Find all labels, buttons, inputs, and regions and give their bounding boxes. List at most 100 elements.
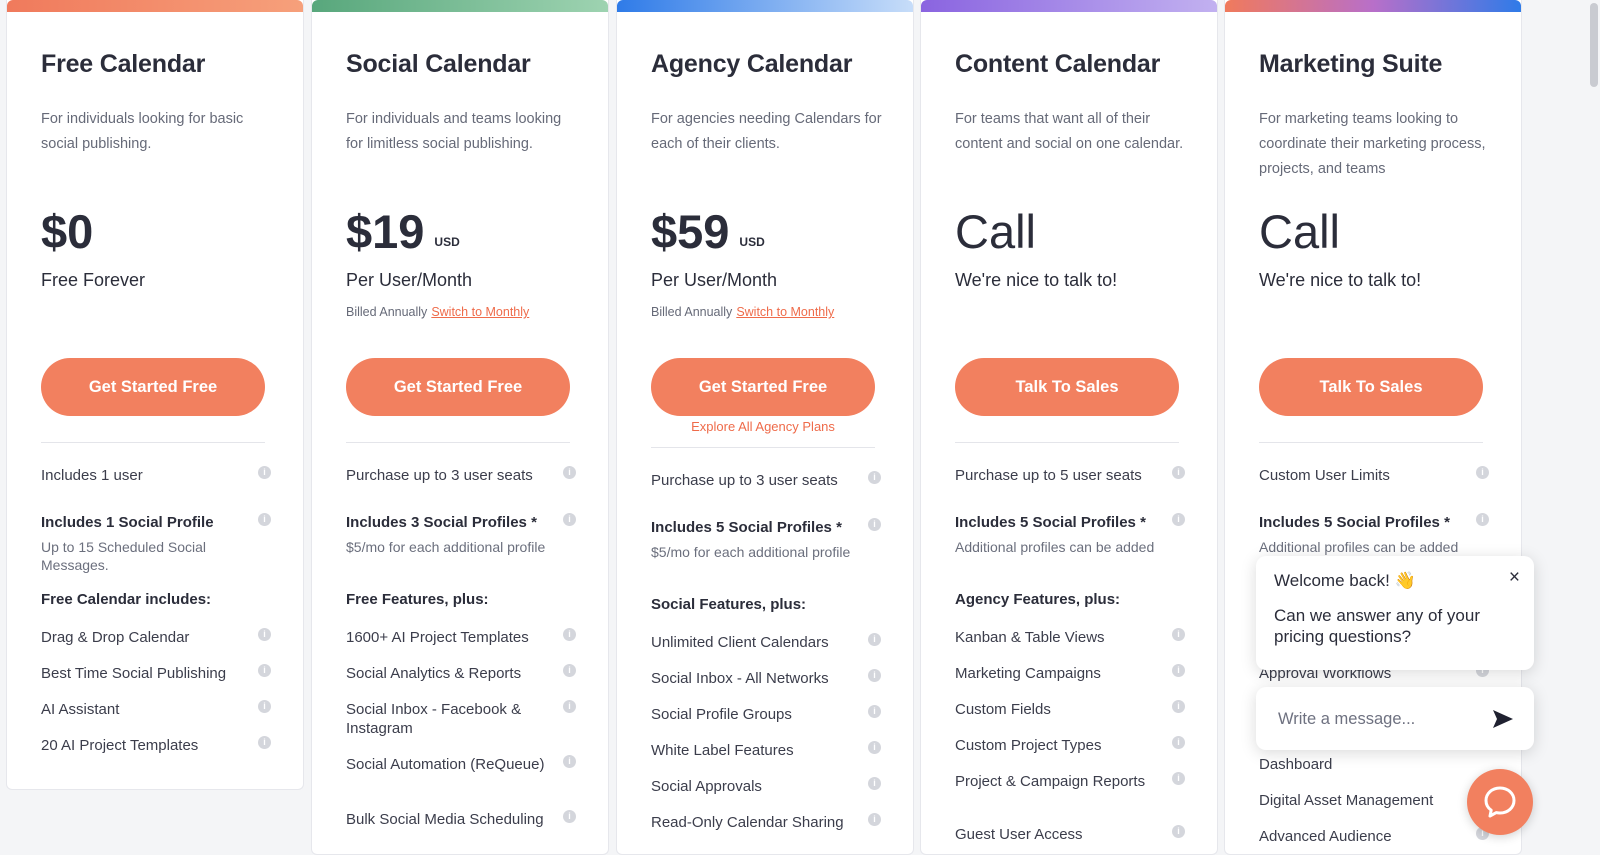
feature-item: Advanced Audience i xyxy=(1259,827,1489,846)
feature-title: Marketing Campaigns xyxy=(955,665,1101,682)
chat-welcome-text: Welcome back! 👋 xyxy=(1274,571,1416,590)
send-arrow-icon[interactable] xyxy=(1492,709,1514,729)
info-icon[interactable]: i xyxy=(563,513,576,526)
price-currency: USD xyxy=(434,235,460,249)
plan-title: Content Calendar xyxy=(955,50,1161,78)
price-note: Free Forever xyxy=(41,270,146,290)
info-icon[interactable]: i xyxy=(258,628,271,641)
feature-social-profiles: Includes 1 Social Profile Up to 15 Sched… xyxy=(41,513,271,574)
feature-title: Kanban & Table Views xyxy=(955,629,1105,646)
info-icon[interactable]: i xyxy=(1172,628,1185,641)
plan-card-agency: Agency Calendar For agencies needing Cal… xyxy=(616,0,914,855)
feature-title: Social Approvals xyxy=(651,778,762,795)
feature-item: Read-Only Calendar Sharing i xyxy=(651,813,881,832)
info-icon[interactable]: i xyxy=(258,664,271,677)
feature-item: Marketing Campaigns i xyxy=(955,664,1185,683)
get-started-free-button[interactable]: Get Started Free xyxy=(41,358,265,416)
info-icon[interactable]: i xyxy=(258,513,271,526)
price-value: Call xyxy=(1259,205,1340,258)
feature-title: Dashboard xyxy=(1259,756,1333,773)
feature-social-profiles: Includes 5 Social Profiles * Additional … xyxy=(1259,513,1489,556)
feature-title: Social Analytics & Reports xyxy=(346,665,522,682)
billing-info: Billed Annually Switch to Monthly xyxy=(651,305,834,319)
feature-title: Purchase up to 5 user seats xyxy=(955,467,1142,484)
price-value: $19 xyxy=(346,205,425,258)
info-icon[interactable]: i xyxy=(563,810,576,823)
info-icon[interactable]: i xyxy=(868,471,881,484)
get-started-free-button[interactable]: Get Started Free xyxy=(346,358,570,416)
info-icon[interactable]: i xyxy=(258,466,271,479)
chat-launcher-button[interactable] xyxy=(1467,769,1533,835)
info-icon[interactable]: i xyxy=(563,755,576,768)
page-scrollbar[interactable] xyxy=(1590,3,1598,87)
chat-message-input[interactable] xyxy=(1278,706,1478,732)
billing-info: Billed Annually Switch to Monthly xyxy=(346,305,529,319)
talk-to-sales-button[interactable]: Talk To Sales xyxy=(1259,358,1483,416)
price-currency: USD xyxy=(739,235,765,249)
info-icon[interactable]: i xyxy=(868,518,881,531)
chat-question-text: Can we answer any of your pricing questi… xyxy=(1274,606,1480,646)
feature-title: White Label Features xyxy=(651,742,794,759)
info-icon[interactable]: i xyxy=(563,700,576,713)
feature-title: Custom User Limits xyxy=(1259,467,1390,484)
info-icon[interactable]: i xyxy=(868,741,881,754)
info-icon[interactable]: i xyxy=(868,633,881,646)
plan-color-bar xyxy=(7,0,303,12)
plan-description: For teams that want all of their content… xyxy=(955,111,1184,152)
feature-item: Project & Campaign Reports i xyxy=(955,772,1185,791)
plan-description: For agencies needing Calendars for each … xyxy=(651,111,882,152)
info-icon[interactable]: i xyxy=(868,777,881,790)
feature-item: Unlimited Client Calendars i xyxy=(651,633,881,652)
feature-item: 1600+ AI Project Templates i xyxy=(346,628,576,647)
info-icon[interactable]: i xyxy=(1172,736,1185,749)
feature-title: Includes 1 Social Profile xyxy=(41,514,214,531)
close-icon[interactable]: × xyxy=(1509,567,1520,589)
divider xyxy=(1259,442,1483,443)
info-icon[interactable]: i xyxy=(563,466,576,479)
info-icon[interactable]: i xyxy=(1172,664,1185,677)
talk-to-sales-button[interactable]: Talk To Sales xyxy=(955,358,1179,416)
price-note: Per User/Month xyxy=(346,270,473,290)
feature-item: Social Profile Groups i xyxy=(651,705,881,724)
info-icon[interactable]: i xyxy=(1172,772,1185,785)
feature-title: 20 AI Project Templates xyxy=(41,737,199,754)
price-value: $59 xyxy=(651,205,730,258)
feature-subtitle: $5/mo for each additional profile xyxy=(651,544,851,560)
feature-section-heading: Social Features, plus: xyxy=(651,596,807,613)
feature-title: Purchase up to 3 user seats xyxy=(651,472,838,489)
price-note: We're nice to talk to! xyxy=(955,270,1118,290)
explore-agency-plans-link[interactable]: Explore All Agency Plans xyxy=(651,419,875,434)
get-started-free-button[interactable]: Get Started Free xyxy=(651,358,875,416)
plan-color-bar xyxy=(617,0,913,12)
feature-title: Includes 5 Social Profiles * xyxy=(955,514,1146,531)
info-icon[interactable]: i xyxy=(258,736,271,749)
info-icon[interactable]: i xyxy=(868,705,881,718)
plan-title: Marketing Suite xyxy=(1259,50,1443,78)
feature-title: Purchase up to 3 user seats xyxy=(346,467,533,484)
info-icon[interactable]: i xyxy=(1172,466,1185,479)
feature-title: Advanced Audience xyxy=(1259,828,1392,845)
feature-item: Bulk Social Media Scheduling i xyxy=(346,810,576,829)
info-icon[interactable]: i xyxy=(563,664,576,677)
price-value: $0 xyxy=(41,205,94,258)
info-icon[interactable]: i xyxy=(1172,825,1185,838)
switch-to-monthly-link[interactable]: Switch to Monthly xyxy=(431,305,529,319)
feature-item: White Label Features i xyxy=(651,741,881,760)
info-icon[interactable]: i xyxy=(868,669,881,682)
feature-title: Includes 5 Social Profiles * xyxy=(651,519,842,536)
info-icon[interactable]: i xyxy=(563,628,576,641)
feature-title: Guest User Access xyxy=(955,826,1083,843)
info-icon[interactable]: i xyxy=(258,700,271,713)
info-icon[interactable]: i xyxy=(1476,513,1489,526)
divider xyxy=(651,447,875,448)
info-icon[interactable]: i xyxy=(1172,513,1185,526)
feature-item: Best Time Social Publishing i xyxy=(41,664,271,683)
info-icon[interactable]: i xyxy=(868,813,881,826)
plan-description: For individuals looking for basic social… xyxy=(41,111,244,152)
info-icon[interactable]: i xyxy=(1172,700,1185,713)
plan-color-bar xyxy=(312,0,608,12)
switch-to-monthly-link[interactable]: Switch to Monthly xyxy=(736,305,834,319)
feature-title: Social Inbox - Facebook & Instagram xyxy=(346,701,522,737)
info-icon[interactable]: i xyxy=(1476,466,1489,479)
feature-subtitle: Additional profiles can be added xyxy=(955,539,1155,555)
